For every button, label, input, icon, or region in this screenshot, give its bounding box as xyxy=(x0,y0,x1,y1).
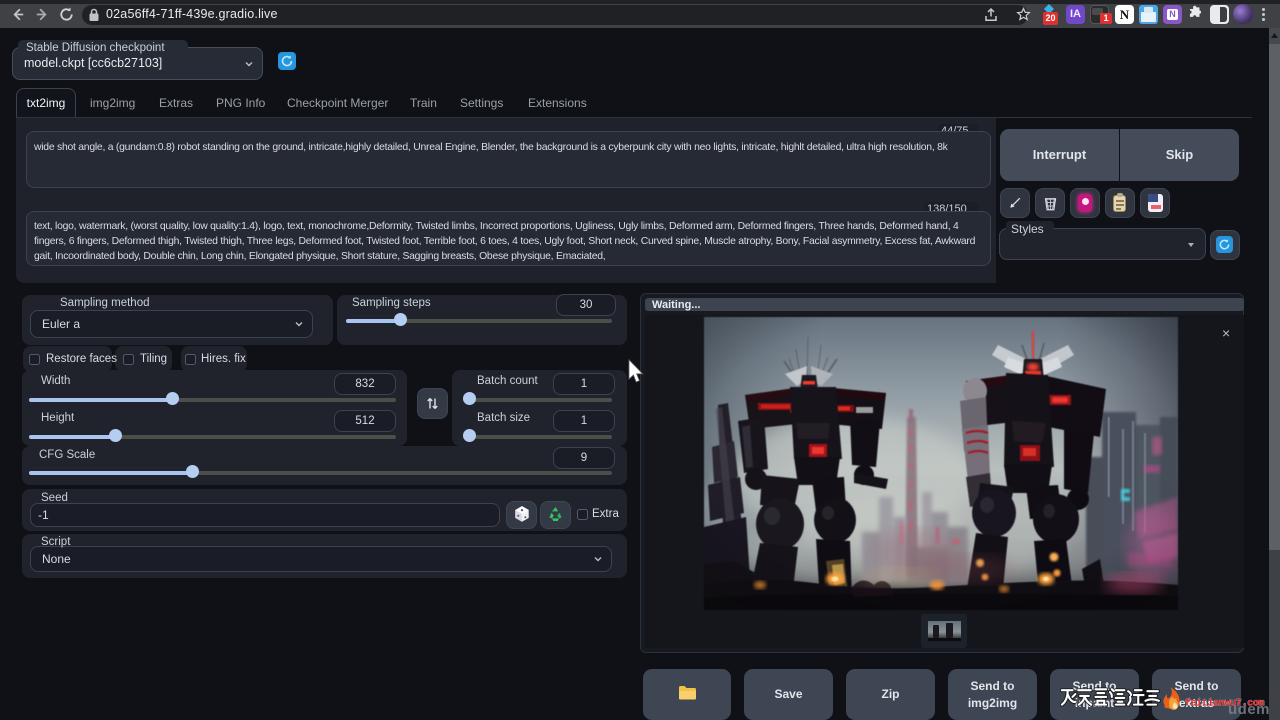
svg-text:feitianwu7.com: feitianwu7.com xyxy=(1185,698,1265,709)
